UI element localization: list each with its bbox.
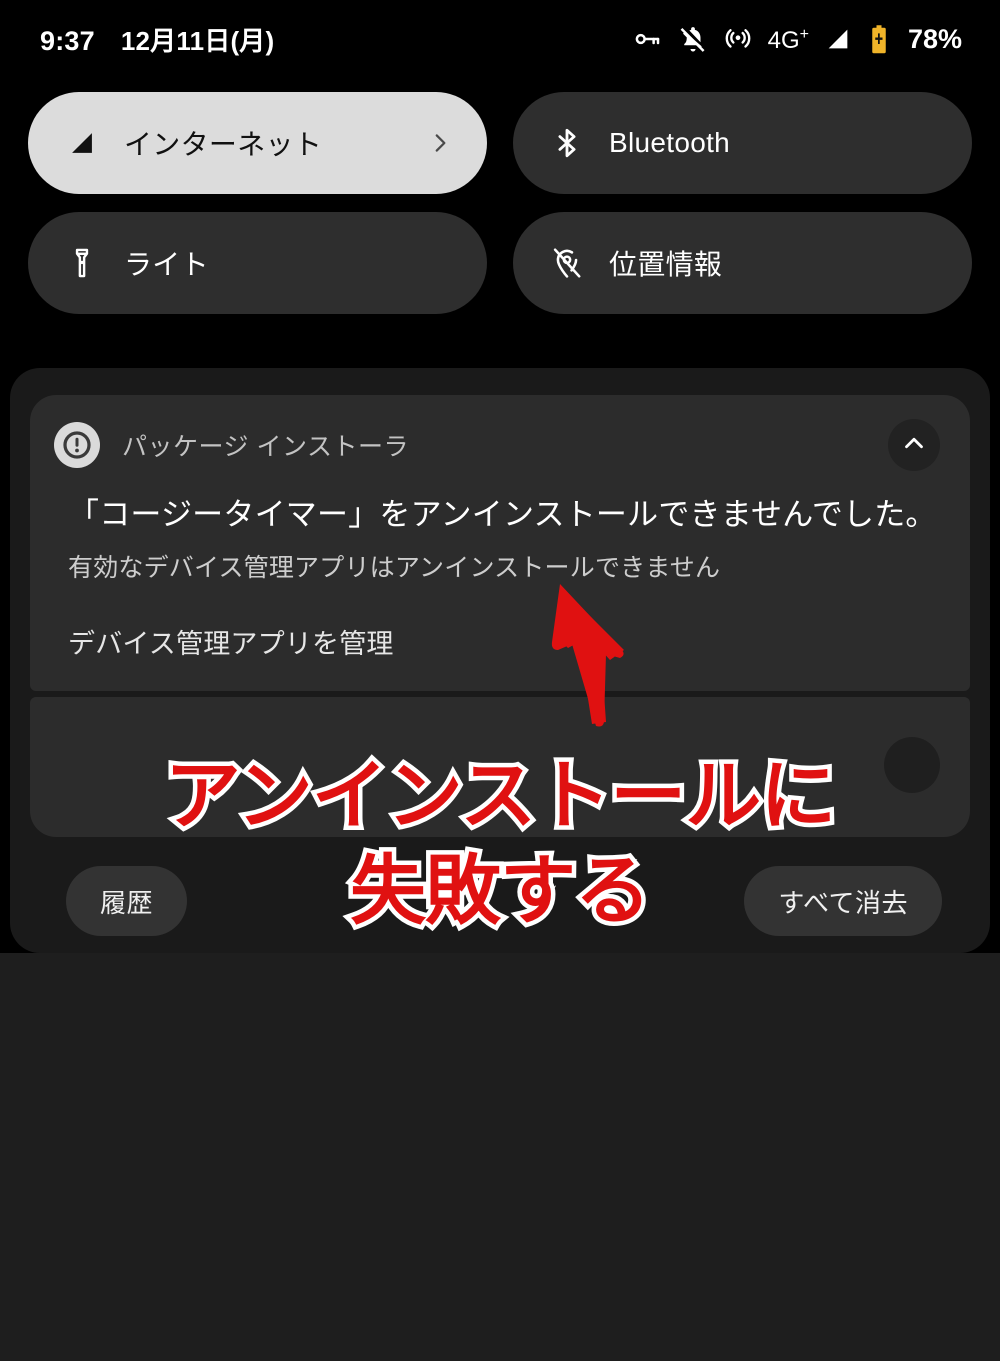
vpn-key-icon	[633, 24, 663, 54]
signal-icon	[824, 25, 852, 53]
qs-tile-flashlight-label: ライト	[124, 249, 209, 280]
hotspot-icon	[723, 24, 753, 54]
notification-stack: パッケージ インストーラ 「コージータイマー」をアンインストールできませんでした…	[30, 395, 970, 837]
qs-tile-internet[interactable]: インターネット	[28, 92, 487, 194]
location-off-icon	[547, 243, 587, 283]
notification-app-name: パッケージ インストーラ	[122, 433, 409, 461]
qs-tile-internet-label: インターネット	[124, 129, 323, 160]
qs-tile-bluetooth-label: Bluetooth	[609, 127, 731, 158]
bell-muted-icon	[678, 24, 708, 54]
shade-backdrop-lower	[0, 953, 1000, 1361]
notification-body-text: 有効なデバイス管理アプリはアンインストールできません	[68, 554, 721, 582]
battery-charging-icon	[867, 24, 891, 54]
quick-settings-grid: インターネット Bluetooth ライト 位置情報	[28, 92, 972, 314]
status-bar-date: 12月11日(月)	[120, 25, 275, 56]
qs-tile-location[interactable]: 位置情報	[513, 212, 972, 314]
bluetooth-icon	[547, 123, 587, 163]
android-notification-shade-screen: 9:37 12月11日(月) 4G+ 78% インターネット Bluetooth…	[0, 0, 1000, 1361]
history-button[interactable]: 履歴	[66, 866, 188, 936]
notification-expand-button-secondary[interactable]	[884, 737, 940, 793]
status-bar: 9:37 12月11日(月) 4G+ 78%	[0, 0, 1000, 78]
qs-tile-flashlight[interactable]: ライト	[28, 212, 487, 314]
chevron-up-icon	[899, 428, 929, 463]
notification-header: パッケージ インストーラ	[54, 421, 946, 469]
status-bar-clock: 9:37	[40, 25, 95, 56]
error-circle-icon	[54, 422, 100, 468]
notification-action-manage-device-admin[interactable]: デバイス管理アプリを管理	[68, 622, 394, 661]
signal-triangle-icon	[62, 123, 102, 163]
qs-tile-bluetooth[interactable]: Bluetooth	[513, 92, 972, 194]
clear-all-button[interactable]: すべて消去	[744, 866, 942, 936]
flashlight-icon	[62, 243, 102, 283]
qs-tile-location-label: 位置情報	[609, 249, 723, 280]
battery-percent-label: 78%	[907, 23, 962, 54]
network-type-text: 4G	[767, 26, 800, 54]
network-type-label: 4G+	[768, 26, 809, 55]
chevron-right-icon[interactable]	[427, 130, 453, 156]
notification-card-secondary[interactable]	[30, 697, 970, 837]
network-type-plus: +	[799, 25, 809, 43]
status-bar-left: 9:37 12月11日(月)	[40, 21, 274, 58]
notification-title: 「コージータイマー」をアンインストールできませんでした。	[68, 497, 937, 532]
notification-shade-panel: パッケージ インストーラ 「コージータイマー」をアンインストールできませんでした…	[10, 368, 990, 953]
notification-collapse-button[interactable]	[888, 419, 940, 471]
notification-card-package-installer[interactable]: パッケージ インストーラ 「コージータイマー」をアンインストールできませんでした…	[30, 395, 970, 691]
status-bar-right: 4G+ 78%	[633, 24, 962, 55]
